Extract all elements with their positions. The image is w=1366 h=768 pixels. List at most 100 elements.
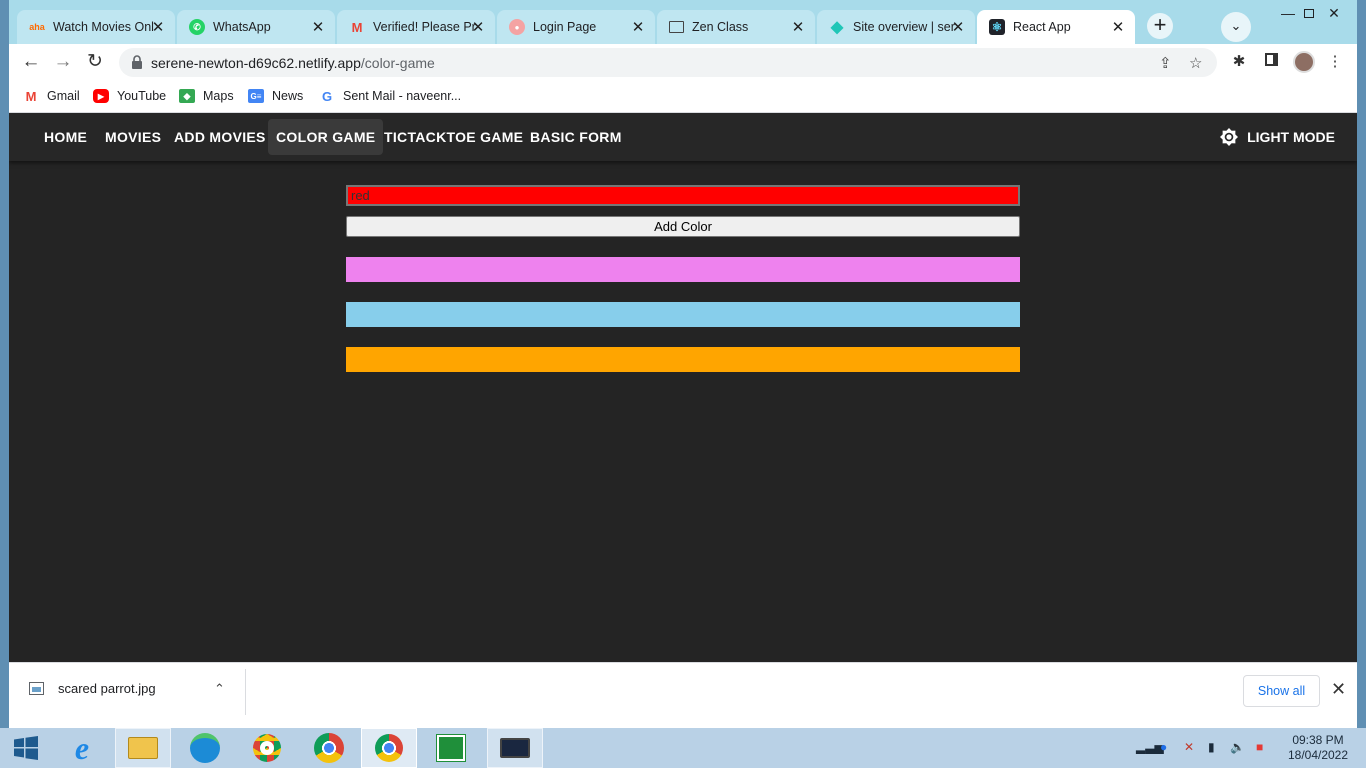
notification-icon[interactable]: ■ — [1256, 740, 1263, 754]
windows-taskbar: e ▂▃▅ ● ✕ ▮ 🔈 ■ 09:38 PM 18/04/2022 — [0, 728, 1366, 768]
new-tab-button[interactable]: + — [1147, 13, 1173, 39]
close-icon[interactable]: ✕ — [1110, 18, 1126, 36]
bookmarks-bar: M Gmail ▶ YouTube ◆ Maps G≡ News G Sent … — [9, 80, 1357, 113]
close-icon[interactable]: ✕ — [950, 18, 966, 36]
bookmark-news[interactable]: G≡ News — [248, 87, 303, 105]
network-off-icon[interactable]: ✕ — [1184, 740, 1194, 754]
app-navbar: HOME MOVIES ADD MOVIES COLOR GAME TICTAC… — [9, 113, 1357, 161]
nav-color-game[interactable]: COLOR GAME — [268, 119, 384, 155]
chrome-active-button[interactable] — [361, 728, 417, 768]
nav-tictacktoe-game[interactable]: TICTACKTOE GAME — [376, 119, 531, 155]
zoom-icon[interactable]: ● — [1160, 740, 1167, 754]
extensions-icon[interactable]: ✱ — [1229, 52, 1249, 72]
download-filename: scared parrot.jpg — [58, 681, 156, 696]
tab-watch-movies[interactable]: aha Watch Movies Onl ✕ — [17, 10, 175, 44]
tab-title: Verified! Please Pr — [373, 20, 476, 34]
download-item[interactable]: scared parrot.jpg — [29, 681, 156, 696]
address-bar[interactable]: serene-newton-d69c62.netlify.app/color-g… — [119, 48, 1217, 77]
url-domain: serene-newton-d69c62.netlify.app — [151, 55, 361, 71]
close-icon[interactable]: ✕ — [470, 18, 486, 36]
tab-gmail[interactable]: M Verified! Please Pr ✕ — [337, 10, 495, 44]
edge-button[interactable] — [177, 728, 233, 768]
nav-movies[interactable]: MOVIES — [97, 119, 169, 155]
news-icon: G≡ — [248, 89, 264, 103]
add-color-button[interactable]: Add Color — [346, 216, 1020, 237]
volume-icon[interactable]: 🔈 — [1230, 740, 1245, 754]
tab-search-button[interactable]: ⌄ — [1221, 12, 1251, 42]
tab-react-app[interactable]: ⚛ React App ✕ — [977, 10, 1135, 44]
tab-title: Login Page — [533, 20, 597, 34]
bookmark-label: News — [272, 89, 304, 103]
gmail-icon: M — [25, 88, 37, 104]
edge-icon — [190, 733, 220, 763]
gmail-icon: M — [351, 19, 363, 35]
tab-title: Watch Movies Onl — [53, 20, 154, 34]
ie-icon: e — [74, 730, 90, 766]
color-input[interactable] — [346, 185, 1020, 206]
tab-login-page[interactable]: ● Login Page ✕ — [497, 10, 655, 44]
folder-icon — [128, 737, 158, 759]
color-box-orange — [346, 347, 1020, 372]
bookmark-star-icon[interactable]: ☆ — [1189, 54, 1202, 72]
light-mode-label: LIGHT MODE — [1247, 129, 1335, 145]
close-icon[interactable]: ✕ — [150, 18, 166, 36]
tab-site-overview[interactable]: ◆ Site overview | ser ✕ — [817, 10, 975, 44]
downloads-bar: scared parrot.jpg ⌃ Show all ✕ — [9, 662, 1357, 720]
close-icon[interactable]: ✕ — [630, 18, 646, 36]
share-icon[interactable]: ⇪ — [1159, 54, 1172, 72]
reload-button[interactable]: ↻ — [82, 49, 108, 75]
taskbar-clock[interactable]: 09:38 PM 18/04/2022 — [1286, 733, 1350, 763]
close-icon[interactable]: ✕ — [310, 18, 326, 36]
back-button[interactable]: ← — [18, 49, 44, 75]
image-file-icon — [29, 682, 44, 695]
bookmark-label: Sent Mail - naveenr... — [343, 89, 462, 103]
youtube-icon: ▶ — [93, 89, 109, 103]
menu-icon[interactable]: ⋮ — [1325, 52, 1345, 72]
web-page: HOME MOVIES ADD MOVIES COLOR GAME TICTAC… — [9, 113, 1357, 662]
bookmark-sent-mail[interactable]: G Sent Mail - naveenr... — [319, 87, 461, 105]
profile-avatar[interactable] — [1293, 51, 1315, 73]
zen-icon — [669, 21, 684, 33]
browser-toolbar: ← → ↻ serene-newton-d69c62.netlify.app/c… — [9, 44, 1357, 80]
close-icon[interactable]: ✕ — [790, 18, 806, 36]
browser-window: aha Watch Movies Onl ✕ ✆ WhatsApp ✕ M Ve… — [9, 0, 1357, 728]
tab-whatsapp[interactable]: ✆ WhatsApp ✕ — [177, 10, 335, 44]
chevron-up-icon[interactable]: ⌃ — [214, 681, 225, 697]
login-icon: ● — [509, 19, 525, 35]
bookmark-label: Gmail — [47, 89, 80, 103]
bookmark-youtube[interactable]: ▶ YouTube — [93, 87, 166, 105]
tab-zen-class[interactable]: Zen Class ✕ — [657, 10, 815, 44]
nav-basic-form[interactable]: BASIC FORM — [522, 119, 630, 155]
color-box-skyblue — [346, 302, 1020, 327]
battery-icon[interactable]: ▮ — [1208, 740, 1215, 754]
lock-icon — [132, 55, 142, 69]
forward-button[interactable]: → — [50, 49, 76, 75]
tab-title: React App — [1013, 20, 1071, 34]
store-icon — [436, 734, 466, 762]
divider — [245, 669, 246, 715]
bookmark-gmail[interactable]: M Gmail — [23, 87, 80, 105]
chrome-icon — [253, 734, 281, 762]
start-button[interactable] — [0, 728, 52, 768]
react-icon: ⚛ — [989, 19, 1005, 35]
side-panel-icon[interactable] — [1261, 52, 1281, 72]
show-all-button[interactable]: Show all — [1243, 675, 1320, 707]
monitor-icon — [500, 738, 530, 758]
tab-strip: aha Watch Movies Onl ✕ ✆ WhatsApp ✕ M Ve… — [9, 0, 1357, 44]
bookmark-maps[interactable]: ◆ Maps — [179, 87, 234, 105]
light-mode-toggle[interactable]: LIGHT MODE — [1219, 119, 1335, 155]
file-explorer-button[interactable] — [115, 728, 171, 768]
nav-add-movies[interactable]: ADD MOVIES — [166, 119, 274, 155]
bookmark-label: Maps — [203, 89, 234, 103]
windows-icon — [14, 736, 38, 760]
internet-explorer-button[interactable]: e — [54, 728, 110, 768]
close-icon[interactable]: ✕ — [1331, 679, 1346, 700]
clock-time: 09:38 PM — [1292, 733, 1344, 747]
chrome-profile-m-button[interactable] — [239, 728, 295, 768]
store-button[interactable] — [423, 728, 479, 768]
url-text: serene-newton-d69c62.netlify.app/color-g… — [151, 55, 435, 71]
nav-home[interactable]: HOME — [36, 119, 95, 155]
display-app-button[interactable] — [487, 728, 543, 768]
close-window-button[interactable]: ✕ — [1311, 0, 1357, 28]
chrome-button[interactable] — [301, 728, 357, 768]
